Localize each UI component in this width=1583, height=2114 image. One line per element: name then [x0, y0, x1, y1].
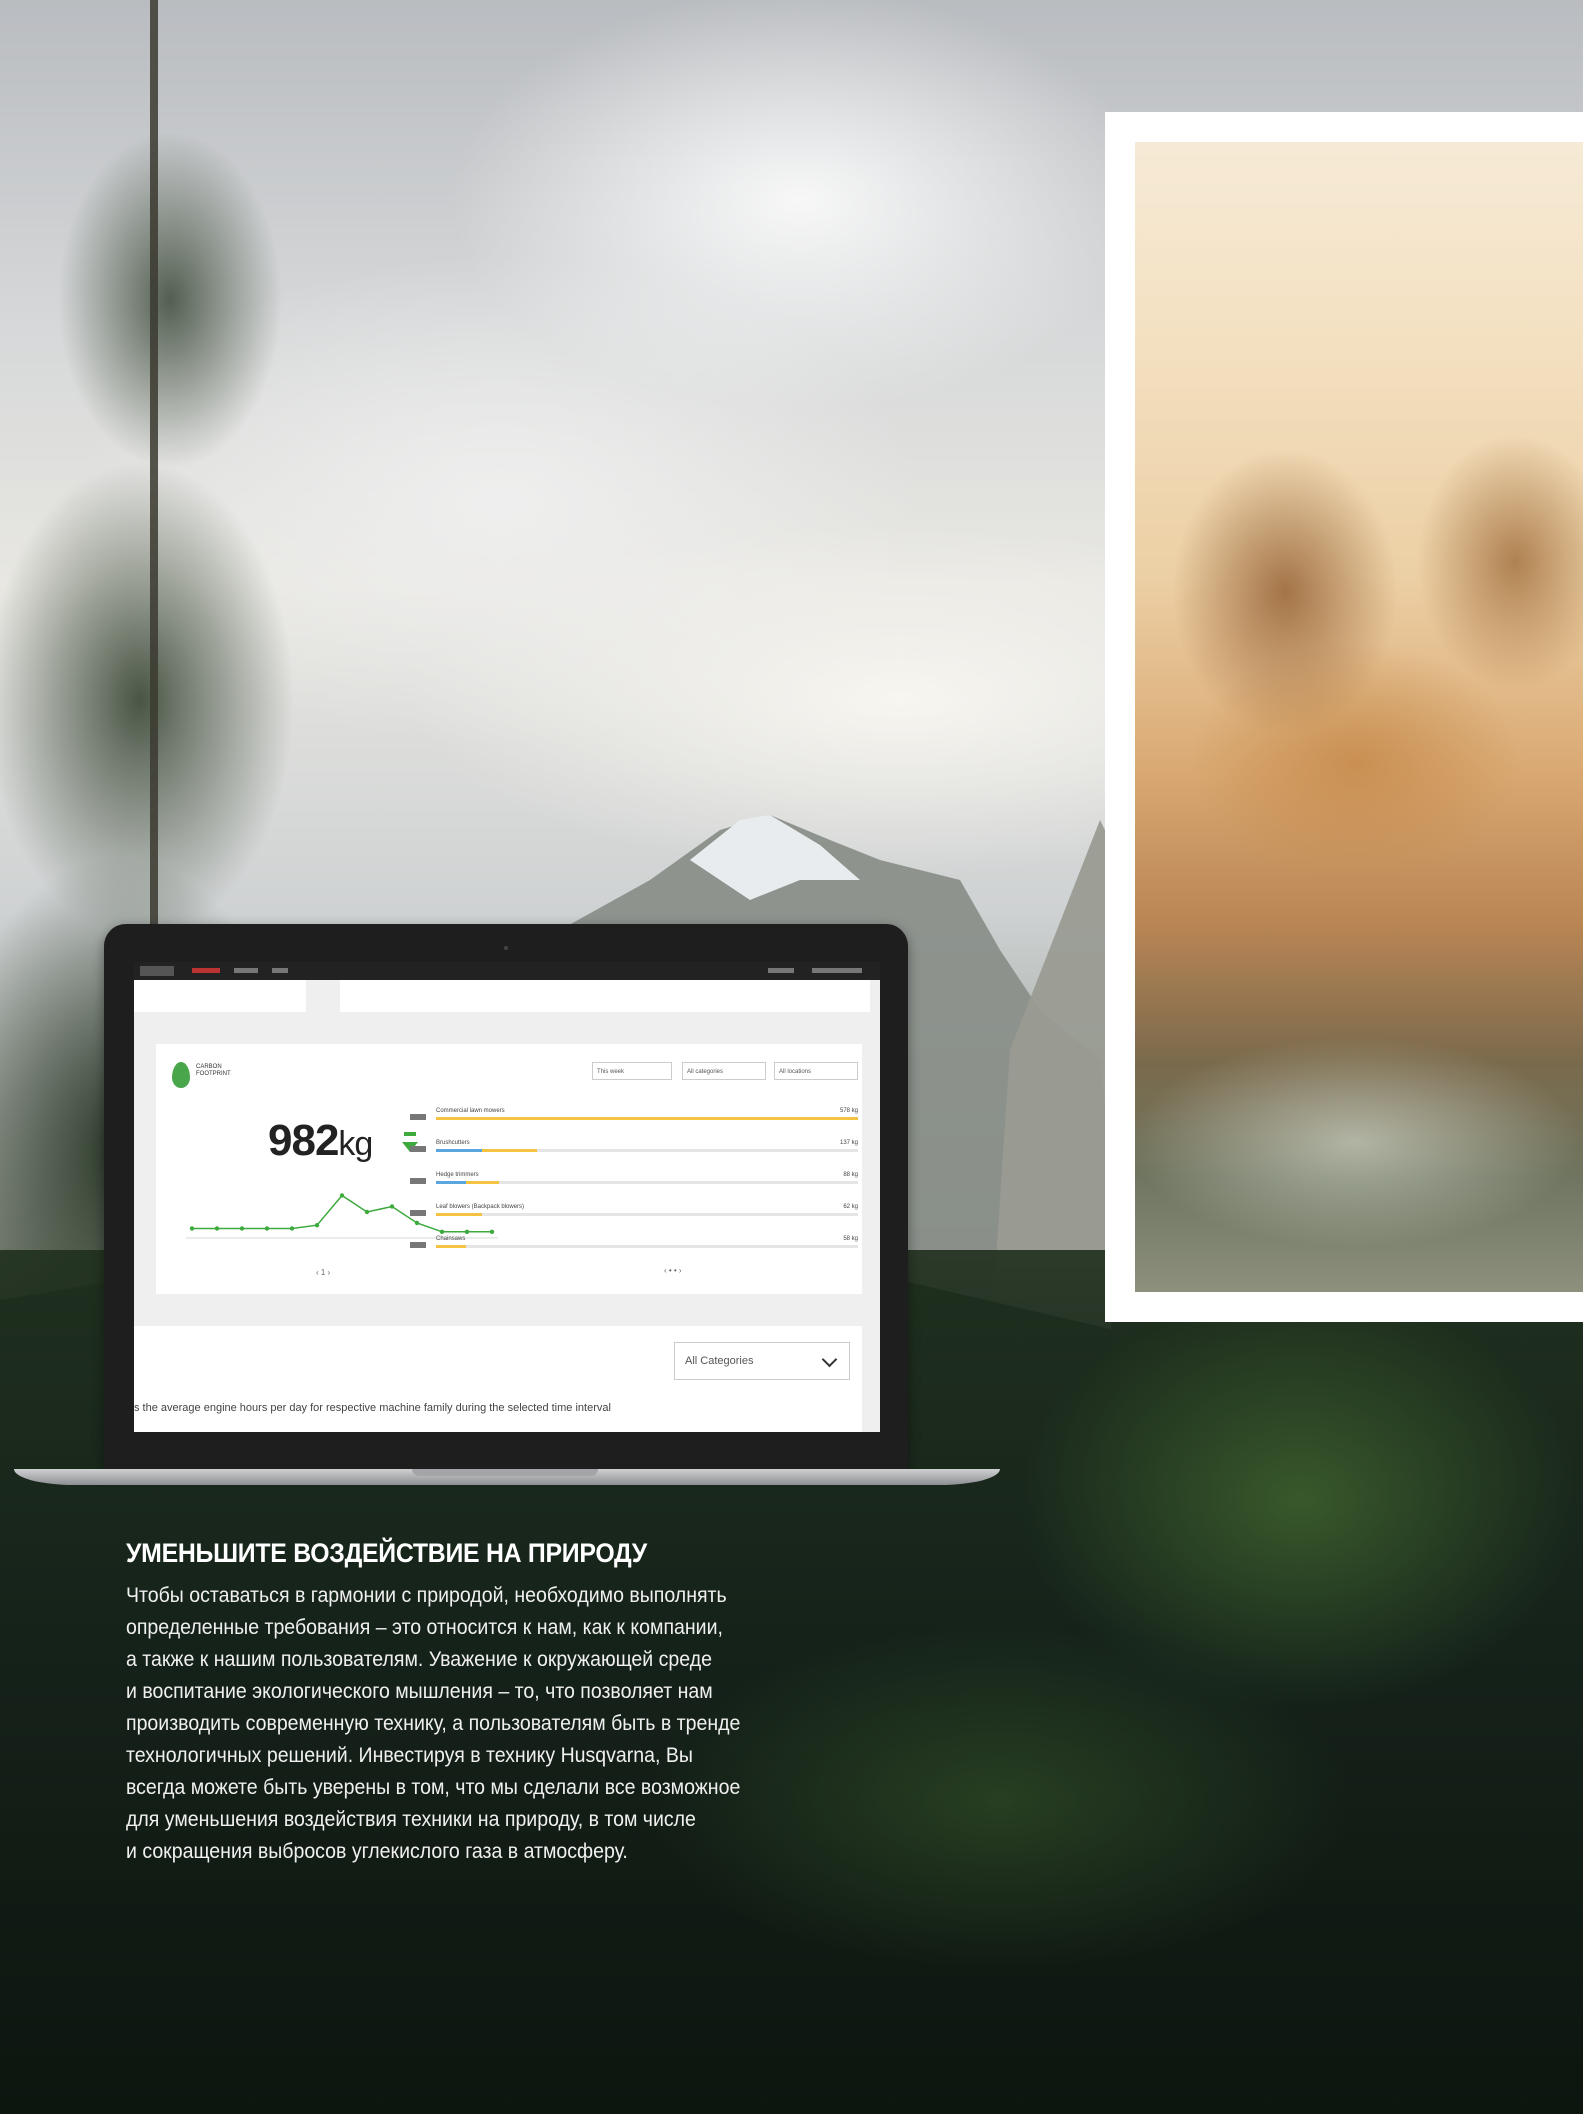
breakdown-row: Brushcutters 137 kg [410, 1140, 858, 1166]
category-select[interactable]: All Categories [674, 1342, 850, 1380]
paragraph-line: всегда можете быть уверены в том, что мы… [126, 1776, 741, 1799]
breakdown-value: 137 kg [839, 1140, 858, 1146]
screen-nav-tab[interactable] [812, 968, 862, 973]
trend-point [189, 1226, 195, 1231]
machine-icon [410, 1210, 426, 1216]
breakdown-fill-secondary [436, 1149, 483, 1152]
section-headline: УМЕНЬШИТЕ ВОЗДЕЙСТВИЕ НА ПРИРОДУ [126, 1538, 647, 1568]
paragraph-line: Чтобы оставаться в гармонии с природой, … [126, 1584, 727, 1607]
trend-point [364, 1209, 370, 1215]
breakdown-name: Commercial lawn mowers [436, 1108, 505, 1114]
trend-point [239, 1226, 245, 1231]
breakdown-name: Chainsaws [436, 1236, 466, 1242]
laptop-screen: CARBON FOOTPRINT 982kg ‹ 1 › This week A… [134, 962, 880, 1432]
breakdown-value: 58 kg [843, 1236, 858, 1242]
screen-logo [140, 966, 174, 976]
machine-icon [410, 1146, 426, 1152]
paragraph-line: а также к нашим пользователям. Уважение … [126, 1648, 712, 1671]
breakdown-fill [436, 1213, 483, 1216]
trend-point [389, 1204, 395, 1209]
paragraph-line: и воспитание экологического мышления – т… [126, 1680, 713, 1703]
paragraph-line: для уменьшения воздействия техники на пр… [126, 1808, 696, 1831]
filter-dropdown-category[interactable]: All categories [682, 1062, 766, 1080]
screen-top-panel [340, 980, 870, 1012]
screen-navbar [134, 962, 880, 980]
screen-nav-tab[interactable] [234, 968, 258, 973]
breakdown-fill-secondary [436, 1181, 466, 1184]
chart-pager[interactable]: ‹ 1 › [316, 1268, 330, 1277]
breakdown-pager[interactable]: ‹ • • › [664, 1266, 682, 1275]
trend-point [489, 1229, 495, 1234]
trend-point [464, 1229, 470, 1234]
breakdown-track [436, 1149, 858, 1152]
filter-dropdown-period[interactable]: This week [592, 1062, 672, 1080]
total-value-unit: kg [338, 1125, 373, 1163]
breakdown-track [436, 1181, 858, 1184]
laptop-notch [412, 1469, 598, 1476]
carbon-footprint-card: CARBON FOOTPRINT 982kg ‹ 1 › This week A… [156, 1044, 862, 1294]
chevron-down-icon [821, 1351, 838, 1368]
breakdown-track [436, 1117, 858, 1120]
machine-icon [410, 1114, 426, 1120]
breakdown-name: Hedge trimmers [436, 1172, 479, 1178]
screen-top-panel [134, 980, 306, 1012]
breakdown-row: Chainsaws 58 kg [410, 1236, 858, 1262]
carbon-footprint-label: CARBON FOOTPRINT [196, 1064, 231, 1077]
breakdown-track [436, 1245, 858, 1248]
trend-point [264, 1226, 270, 1231]
engine-hours-caption: s the average engine hours per day for r… [134, 1402, 611, 1414]
machine-icon [410, 1242, 426, 1248]
breakdown-fill [436, 1245, 466, 1248]
trend-point [439, 1229, 445, 1234]
trend-point [289, 1226, 295, 1231]
leaf-icon [172, 1062, 190, 1088]
screen-nav-tab-active[interactable] [192, 968, 220, 973]
laptop-camera [504, 946, 508, 950]
trend-point [214, 1226, 220, 1231]
trend-point [339, 1193, 345, 1198]
breakdown-name: Leaf blowers (Backpack blowers) [436, 1204, 525, 1210]
breakdown-fill [436, 1117, 858, 1120]
breakdown-row: Leaf blowers (Backpack blowers) 62 kg [410, 1204, 858, 1230]
total-value-number: 982 [268, 1116, 339, 1165]
total-footprint-value: 982kg [268, 1116, 373, 1166]
paragraph-line: определенные требования – это относится … [126, 1616, 723, 1639]
breakdown-value: 578 kg [839, 1108, 858, 1114]
sunset-field-photo [1135, 142, 1583, 1292]
paragraph-line: технологичных решений. Инвестируя в техн… [126, 1744, 693, 1767]
machine-icon [410, 1178, 426, 1184]
category-select-value: All Categories [685, 1355, 754, 1367]
trend-point [314, 1223, 320, 1228]
breakdown-row: Hedge trimmers 88 kg [410, 1172, 858, 1198]
breakdown-name: Brushcutters [436, 1140, 470, 1146]
screen-nav-tab[interactable] [768, 968, 794, 973]
section-paragraph: Чтобы оставаться в гармонии с природой, … [126, 1580, 886, 1868]
filter-dropdown-location[interactable]: All locations [774, 1062, 858, 1080]
breakdown-value: 88 kg [843, 1172, 858, 1178]
paragraph-line: и сокращения выбросов углекислого газа в… [126, 1840, 628, 1863]
screen-nav-tab[interactable] [272, 968, 288, 973]
breakdown-track [436, 1213, 858, 1216]
breakdown-row: Commercial lawn mowers 578 kg [410, 1108, 858, 1134]
paragraph-line: производить современную технику, а польз… [126, 1712, 741, 1735]
breakdown-value: 62 kg [843, 1204, 858, 1210]
